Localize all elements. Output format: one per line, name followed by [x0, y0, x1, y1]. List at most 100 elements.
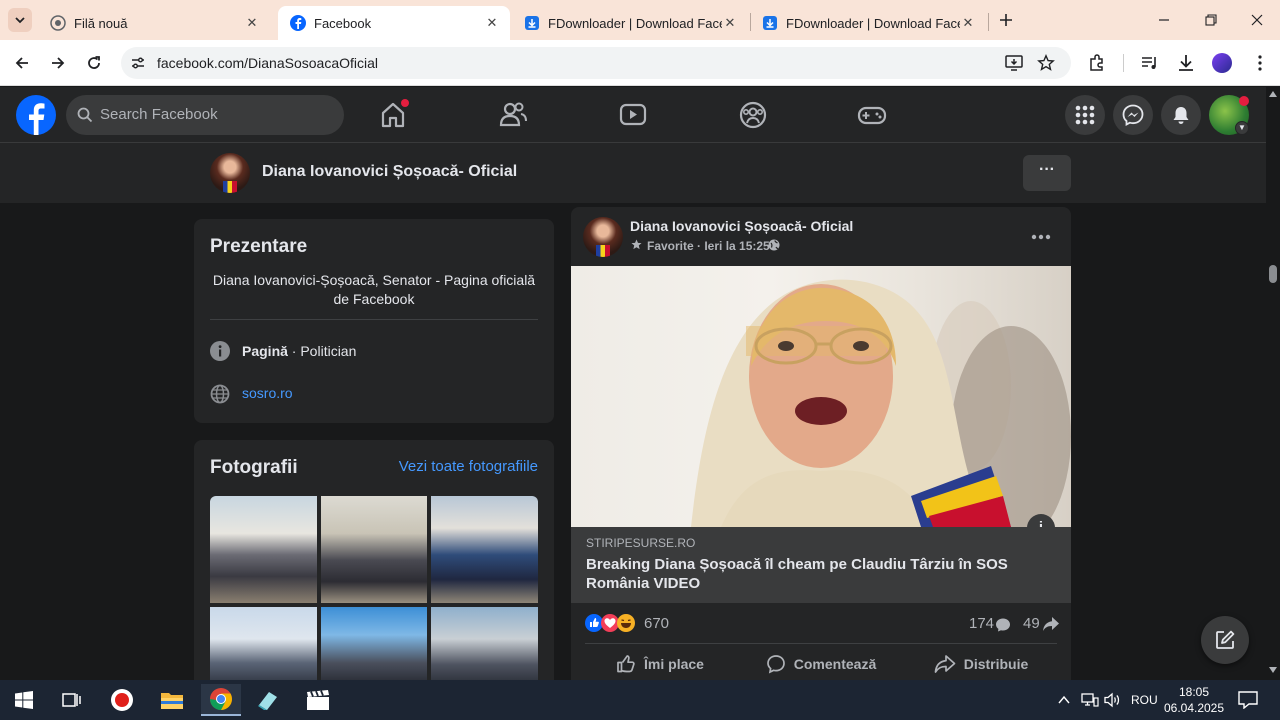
site-settings-icon[interactable]	[130, 55, 146, 71]
close-icon[interactable]: ✕	[484, 15, 500, 31]
comment-count[interactable]: 174	[969, 615, 994, 632]
eraser-app[interactable]	[248, 684, 288, 716]
tab-facebook[interactable]: Facebook ✕	[278, 6, 510, 40]
comment-button[interactable]: Comentează	[746, 647, 896, 680]
facebook-top-nav: Search Facebook ▼	[0, 87, 1266, 143]
link-preview-image[interactable]: i	[571, 266, 1071, 527]
tab-fdownloader-2[interactable]: FDownloader | Download Facebook ✕	[750, 6, 986, 40]
friends-icon	[499, 102, 527, 127]
link-preview-info[interactable]: STIRIPESURSE.RO Breaking Diana Șoșoacă î…	[571, 527, 1071, 603]
nav-home[interactable]	[377, 99, 409, 131]
tab-new-tab[interactable]: Filă nouă ✕	[38, 6, 270, 40]
reaction-count[interactable]: 670	[644, 615, 669, 632]
close-icon[interactable]: ✕	[722, 15, 738, 31]
plus-icon	[1000, 14, 1012, 26]
page-category: Pagină · Politician	[242, 343, 356, 359]
globe-icon	[210, 384, 230, 404]
post-card: Diana Iovanovici Șoșoacă- Oficial Favori…	[571, 207, 1071, 680]
post-author-avatar[interactable]	[583, 217, 623, 257]
video-editor-app[interactable]	[298, 684, 338, 716]
media-control-icon[interactable]	[1140, 53, 1160, 73]
extensions-icon[interactable]	[1087, 53, 1107, 73]
photos-card: Fotografii Vezi toate fotografiile	[194, 440, 554, 680]
tab-search-button[interactable]	[8, 8, 32, 32]
new-message-button[interactable]	[1201, 616, 1249, 664]
account-avatar[interactable]: ▼	[1209, 95, 1249, 135]
forward-button[interactable]	[45, 50, 71, 76]
arrow-left-icon	[15, 57, 28, 69]
video-icon	[619, 103, 647, 126]
tab-fdownloader-1[interactable]: FDownloader | Download Facebook ✕	[512, 6, 748, 40]
install-app-icon[interactable]	[1005, 54, 1023, 72]
photo-thumbnail[interactable]	[321, 607, 427, 680]
page-avatar[interactable]	[210, 153, 250, 193]
input-language[interactable]: ROU	[1131, 693, 1158, 707]
chevron-down-icon: ▼	[1235, 121, 1249, 135]
more-horizontal-icon	[1031, 234, 1051, 240]
star-icon[interactable]	[1037, 54, 1055, 72]
network-icon[interactable]	[1081, 692, 1099, 708]
menu-kebab-icon[interactable]	[1250, 53, 1270, 73]
share-arrow-icon	[1043, 617, 1059, 631]
restore-button[interactable]	[1197, 8, 1225, 32]
see-all-photos-link[interactable]: Vezi toate fotografiile	[399, 458, 538, 475]
page-name[interactable]: Diana Iovanovici Șoșoacă- Oficial	[262, 163, 517, 181]
close-icon[interactable]: ✕	[960, 15, 976, 31]
photo-thumbnail[interactable]	[210, 607, 317, 680]
search-placeholder: Search Facebook	[100, 106, 218, 123]
reload-button[interactable]	[81, 50, 107, 76]
task-view-icon	[62, 693, 81, 707]
folder-icon	[161, 693, 183, 709]
share-count[interactable]: 49	[1023, 615, 1040, 632]
download-icon[interactable]	[1176, 53, 1196, 73]
share-button[interactable]: Distribuie	[906, 647, 1056, 680]
star-icon	[631, 239, 642, 250]
photo-thumbnail[interactable]	[321, 496, 427, 603]
tab-title: Facebook	[314, 15, 372, 31]
notification-center-icon[interactable]	[1238, 691, 1258, 709]
address-bar[interactable]: facebook.com/DianaSosoacaOficial	[121, 47, 1071, 79]
haha-reaction-icon	[617, 614, 635, 632]
nav-gaming[interactable]	[856, 99, 888, 131]
post-options-button[interactable]	[1025, 221, 1057, 253]
chevron-up-icon[interactable]	[1058, 695, 1070, 705]
nav-groups[interactable]	[737, 99, 769, 131]
profile-avatar[interactable]	[1212, 53, 1232, 73]
share-label: Distribuie	[963, 655, 1029, 672]
minimize-button[interactable]	[1150, 8, 1178, 32]
search-input[interactable]: Search Facebook	[66, 95, 344, 135]
scrollbar-thumb[interactable]	[1269, 265, 1277, 283]
messenger-button[interactable]	[1113, 95, 1153, 135]
photo-thumbnail[interactable]	[210, 496, 317, 603]
scroll-up-icon[interactable]	[1269, 91, 1277, 97]
website-link[interactable]: sosro.ro	[242, 385, 293, 401]
file-explorer-app[interactable]	[152, 684, 192, 716]
close-window-button[interactable]	[1243, 8, 1271, 32]
page-more-button[interactable]: ···	[1023, 155, 1071, 191]
clock[interactable]: 18:05 06.04.2025	[1160, 684, 1228, 716]
notifications-button[interactable]	[1161, 95, 1201, 135]
new-tab-button[interactable]	[994, 8, 1018, 32]
start-button[interactable]	[4, 684, 44, 716]
close-icon[interactable]: ✕	[244, 15, 260, 31]
grid-menu-icon	[1075, 105, 1095, 125]
task-view-button[interactable]	[52, 684, 92, 716]
link-title[interactable]: Breaking Diana Șoșoacă îl cheam pe Claud…	[586, 555, 1026, 593]
back-button[interactable]	[9, 50, 35, 76]
menu-button[interactable]	[1065, 95, 1105, 135]
like-button[interactable]: Îmi place	[585, 647, 735, 680]
post-author[interactable]: Diana Iovanovici Șoșoacă- Oficial	[630, 218, 853, 234]
volume-icon[interactable]	[1104, 692, 1122, 708]
recorder-app[interactable]	[102, 684, 142, 716]
photo-thumbnail[interactable]	[431, 607, 538, 680]
photo-thumbnail[interactable]	[431, 496, 538, 603]
link-source: STIRIPESURSE.RO	[586, 536, 696, 550]
nav-video[interactable]	[617, 99, 649, 131]
page-scrollbar[interactable]	[1266, 87, 1280, 680]
scroll-down-icon[interactable]	[1269, 667, 1277, 673]
chrome-app[interactable]	[201, 684, 241, 716]
photos-title: Fotografii	[210, 457, 298, 478]
url-text[interactable]: facebook.com/DianaSosoacaOficial	[157, 55, 378, 71]
nav-friends[interactable]	[497, 99, 529, 131]
facebook-logo-icon[interactable]	[16, 95, 56, 135]
